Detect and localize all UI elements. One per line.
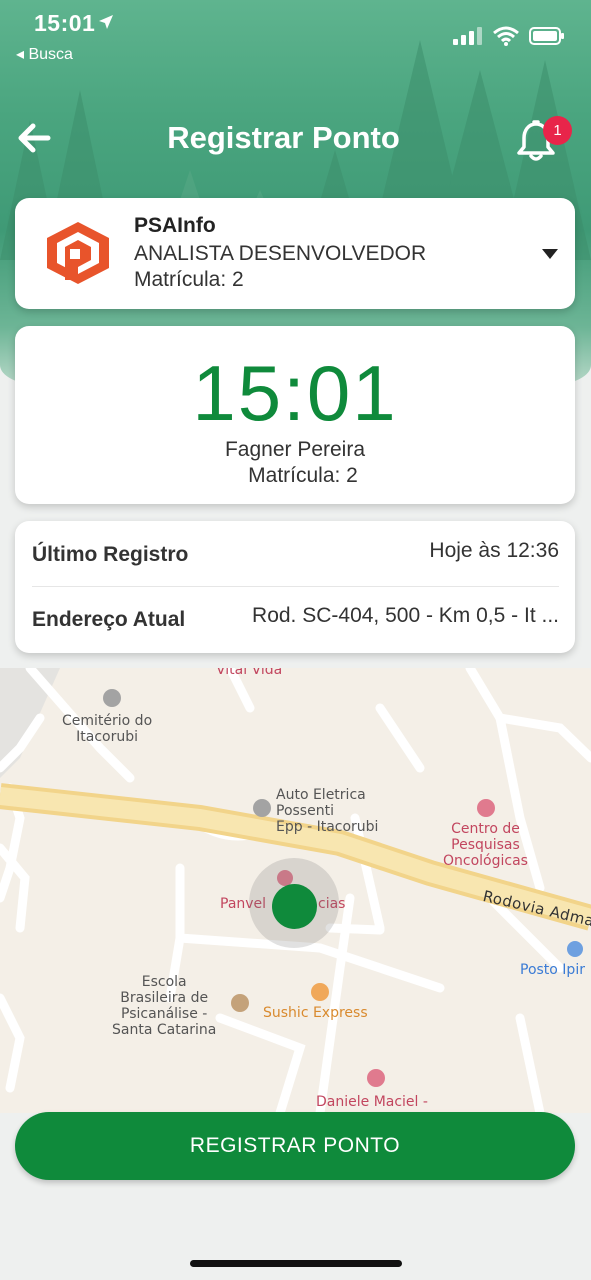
user-location-dot [272,884,317,929]
status-time: 15:01 [34,10,96,36]
location-arrow-icon [99,15,113,29]
clock-card: 15:01 Fagner Pereira Matrícula: 2 [15,326,575,504]
map-label-cemetery: Cemitério do Itacorubi [62,713,153,745]
home-indicator[interactable] [190,1260,402,1267]
status-bar: 15:01 ◂ Busca [0,0,591,70]
map-label-vital: Vital Vida [216,668,283,678]
last-record-label: Último Registro [32,543,189,566]
company-selector[interactable]: PSAInfo ANALISTA DESENVOLVEDOR Matrícula… [15,198,575,309]
address-value: Rod. SC-404, 500 - Km 0,5 - It ... [252,604,559,627]
register-button[interactable]: REGISTRAR PONTO [15,1112,575,1180]
company-name: PSAInfo [134,214,216,237]
company-registration: Matrícula: 2 [134,268,244,291]
battery-icon [529,27,564,45]
map-label-daniele: Daniele Maciel - [316,1094,428,1110]
info-card: Último Registro Hoje às 12:36 Endereço A… [15,521,575,653]
caret-down-icon[interactable] [542,249,558,259]
wifi-icon [493,26,519,46]
address-row: Endereço Atual Rod. SC-404, 500 - Km 0,5… [32,587,559,653]
map-label-sushic: Sushic Express [263,1005,368,1021]
cellular-signal-icon [453,27,482,45]
employee-registration: Matrícula: 2 [248,464,358,487]
notification-badge: 1 [543,116,572,145]
page-title: Registrar Ponto [167,120,400,155]
psainfo-logo-icon [47,222,109,284]
current-time: 15:01 [192,349,398,437]
map-label-auto-eletrica: Auto Eletrica Possenti Epp - Itacorubi [276,787,379,835]
company-role: ANALISTA DESENVOLVEDOR [134,242,427,265]
last-record-value: Hoje às 12:36 [429,539,559,562]
last-record-row: Último Registro Hoje às 12:36 [32,521,559,587]
address-label: Endereço Atual [32,608,186,631]
map-label-posto: Posto Ipir [520,962,585,978]
map-label-escola: Escola Brasileira de Psicanálise - Santa… [112,974,217,1038]
status-icons [453,26,565,46]
employee-name: Fagner Pereira [224,438,366,461]
map-label-centro-pesquisas: Centro de Pesquisas Oncológicas [443,821,528,869]
back-to-app-link[interactable]: ◂ Busca [16,44,73,64]
